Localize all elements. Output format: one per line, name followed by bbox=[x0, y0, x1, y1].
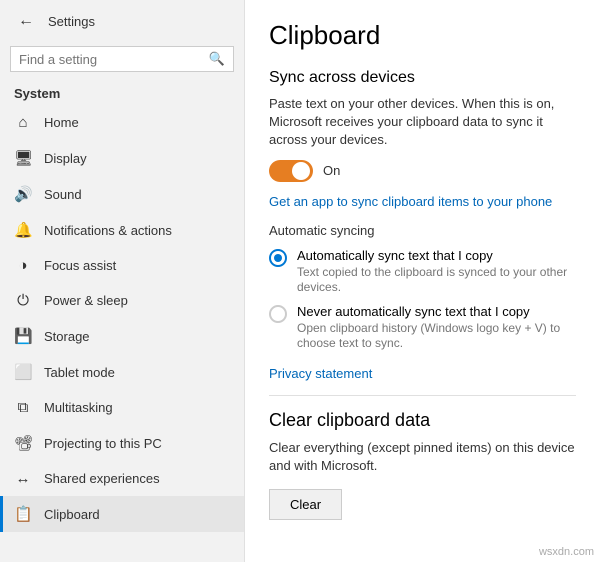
clear-button[interactable]: Clear bbox=[269, 489, 342, 520]
search-box[interactable]: 🔍 bbox=[10, 46, 234, 72]
sound-icon: 🔊 bbox=[14, 185, 32, 203]
sidebar-item-label: Clipboard bbox=[44, 507, 100, 522]
sidebar-item-label: Power & sleep bbox=[44, 293, 128, 308]
sidebar-item-label: Storage bbox=[44, 329, 90, 344]
sidebar-item-notifications[interactable]: 🔔 Notifications & actions bbox=[0, 212, 244, 248]
sidebar-item-display[interactable]: 🖥 Display bbox=[0, 140, 244, 176]
settings-title: Settings bbox=[48, 14, 95, 29]
sidebar-item-power[interactable]: ⏻ Power & sleep bbox=[0, 283, 244, 318]
sidebar: ← Settings 🔍 System ⌂ Home 🖥 Display 🔊 S… bbox=[0, 0, 245, 562]
radio-dot bbox=[274, 254, 282, 262]
sidebar-item-clipboard[interactable]: 📋 Clipboard bbox=[0, 496, 244, 532]
sidebar-item-label: Notifications & actions bbox=[44, 223, 172, 238]
sidebar-header: ← Settings bbox=[0, 0, 244, 42]
auto-sync-label: Automatic syncing bbox=[269, 223, 576, 238]
sidebar-item-focus[interactable]: ◑ Focus assist bbox=[0, 248, 244, 283]
sidebar-item-label: Projecting to this PC bbox=[44, 436, 162, 451]
sidebar-item-home[interactable]: ⌂ Home bbox=[0, 105, 244, 140]
notifications-icon: 🔔 bbox=[14, 221, 32, 239]
privacy-link[interactable]: Privacy statement bbox=[269, 366, 576, 381]
radio-option-never: Never automatically sync text that I cop… bbox=[269, 304, 576, 352]
radio-main-label: Never automatically sync text that I cop… bbox=[297, 304, 576, 319]
home-icon: ⌂ bbox=[14, 114, 32, 131]
sync-description: Paste text on your other devices. When t… bbox=[269, 95, 576, 150]
main-content: Clipboard Sync across devices Paste text… bbox=[245, 0, 600, 562]
sidebar-item-shared[interactable]: ↔ Shared experiences bbox=[0, 461, 244, 496]
clear-description: Clear everything (except pinned items) o… bbox=[269, 439, 576, 475]
radio-main-label: Automatically sync text that I copy bbox=[297, 248, 576, 263]
sidebar-item-label: Focus assist bbox=[44, 258, 116, 273]
radio-sub-label: Text copied to the clipboard is synced t… bbox=[297, 265, 576, 296]
sidebar-item-label: Home bbox=[44, 115, 79, 130]
projecting-icon: 📽 bbox=[14, 434, 32, 452]
power-icon: ⏻ bbox=[14, 292, 32, 309]
search-input[interactable] bbox=[19, 52, 203, 67]
radio-text-auto: Automatically sync text that I copy Text… bbox=[297, 248, 576, 296]
sync-toggle[interactable] bbox=[269, 160, 313, 182]
sidebar-item-label: Tablet mode bbox=[44, 365, 115, 380]
radio-auto-sync[interactable] bbox=[269, 249, 287, 267]
radio-option-auto: Automatically sync text that I copy Text… bbox=[269, 248, 576, 296]
multitasking-icon: ⧉ bbox=[14, 399, 32, 416]
sidebar-item-label: Shared experiences bbox=[44, 471, 160, 486]
radio-text-never: Never automatically sync text that I cop… bbox=[297, 304, 576, 352]
focus-icon: ◑ bbox=[14, 257, 32, 274]
nav-list: ⌂ Home 🖥 Display 🔊 Sound 🔔 Notifications… bbox=[0, 105, 244, 532]
toggle-knob bbox=[292, 162, 310, 180]
sidebar-item-tablet[interactable]: ⬜ Tablet mode bbox=[0, 354, 244, 390]
sidebar-item-storage[interactable]: 💾 Storage bbox=[0, 318, 244, 354]
sidebar-item-label: Display bbox=[44, 151, 87, 166]
toggle-row: On bbox=[269, 160, 576, 182]
shared-icon: ↔ bbox=[14, 470, 32, 487]
system-label: System bbox=[0, 80, 244, 105]
clipboard-icon: 📋 bbox=[14, 505, 32, 523]
page-title: Clipboard bbox=[269, 20, 576, 51]
watermark: wsxdn.com bbox=[539, 546, 594, 558]
storage-icon: 💾 bbox=[14, 327, 32, 345]
clear-section-title: Clear clipboard data bbox=[269, 410, 576, 431]
radio-never-sync[interactable] bbox=[269, 305, 287, 323]
toggle-label: On bbox=[323, 163, 340, 178]
sync-section-title: Sync across devices bbox=[269, 69, 576, 87]
display-icon: 🖥 bbox=[14, 149, 32, 167]
sidebar-item-multitasking[interactable]: ⧉ Multitasking bbox=[0, 390, 244, 425]
sidebar-item-label: Multitasking bbox=[44, 400, 113, 415]
radio-sub-label: Open clipboard history (Windows logo key… bbox=[297, 321, 576, 352]
divider bbox=[269, 395, 576, 396]
back-button[interactable]: ← bbox=[14, 10, 38, 32]
tablet-icon: ⬜ bbox=[14, 363, 32, 381]
sidebar-item-label: Sound bbox=[44, 187, 82, 202]
sidebar-item-sound[interactable]: 🔊 Sound bbox=[0, 176, 244, 212]
sidebar-item-projecting[interactable]: 📽 Projecting to this PC bbox=[0, 425, 244, 461]
search-icon: 🔍 bbox=[209, 51, 225, 67]
sync-app-link[interactable]: Get an app to sync clipboard items to yo… bbox=[269, 194, 576, 209]
